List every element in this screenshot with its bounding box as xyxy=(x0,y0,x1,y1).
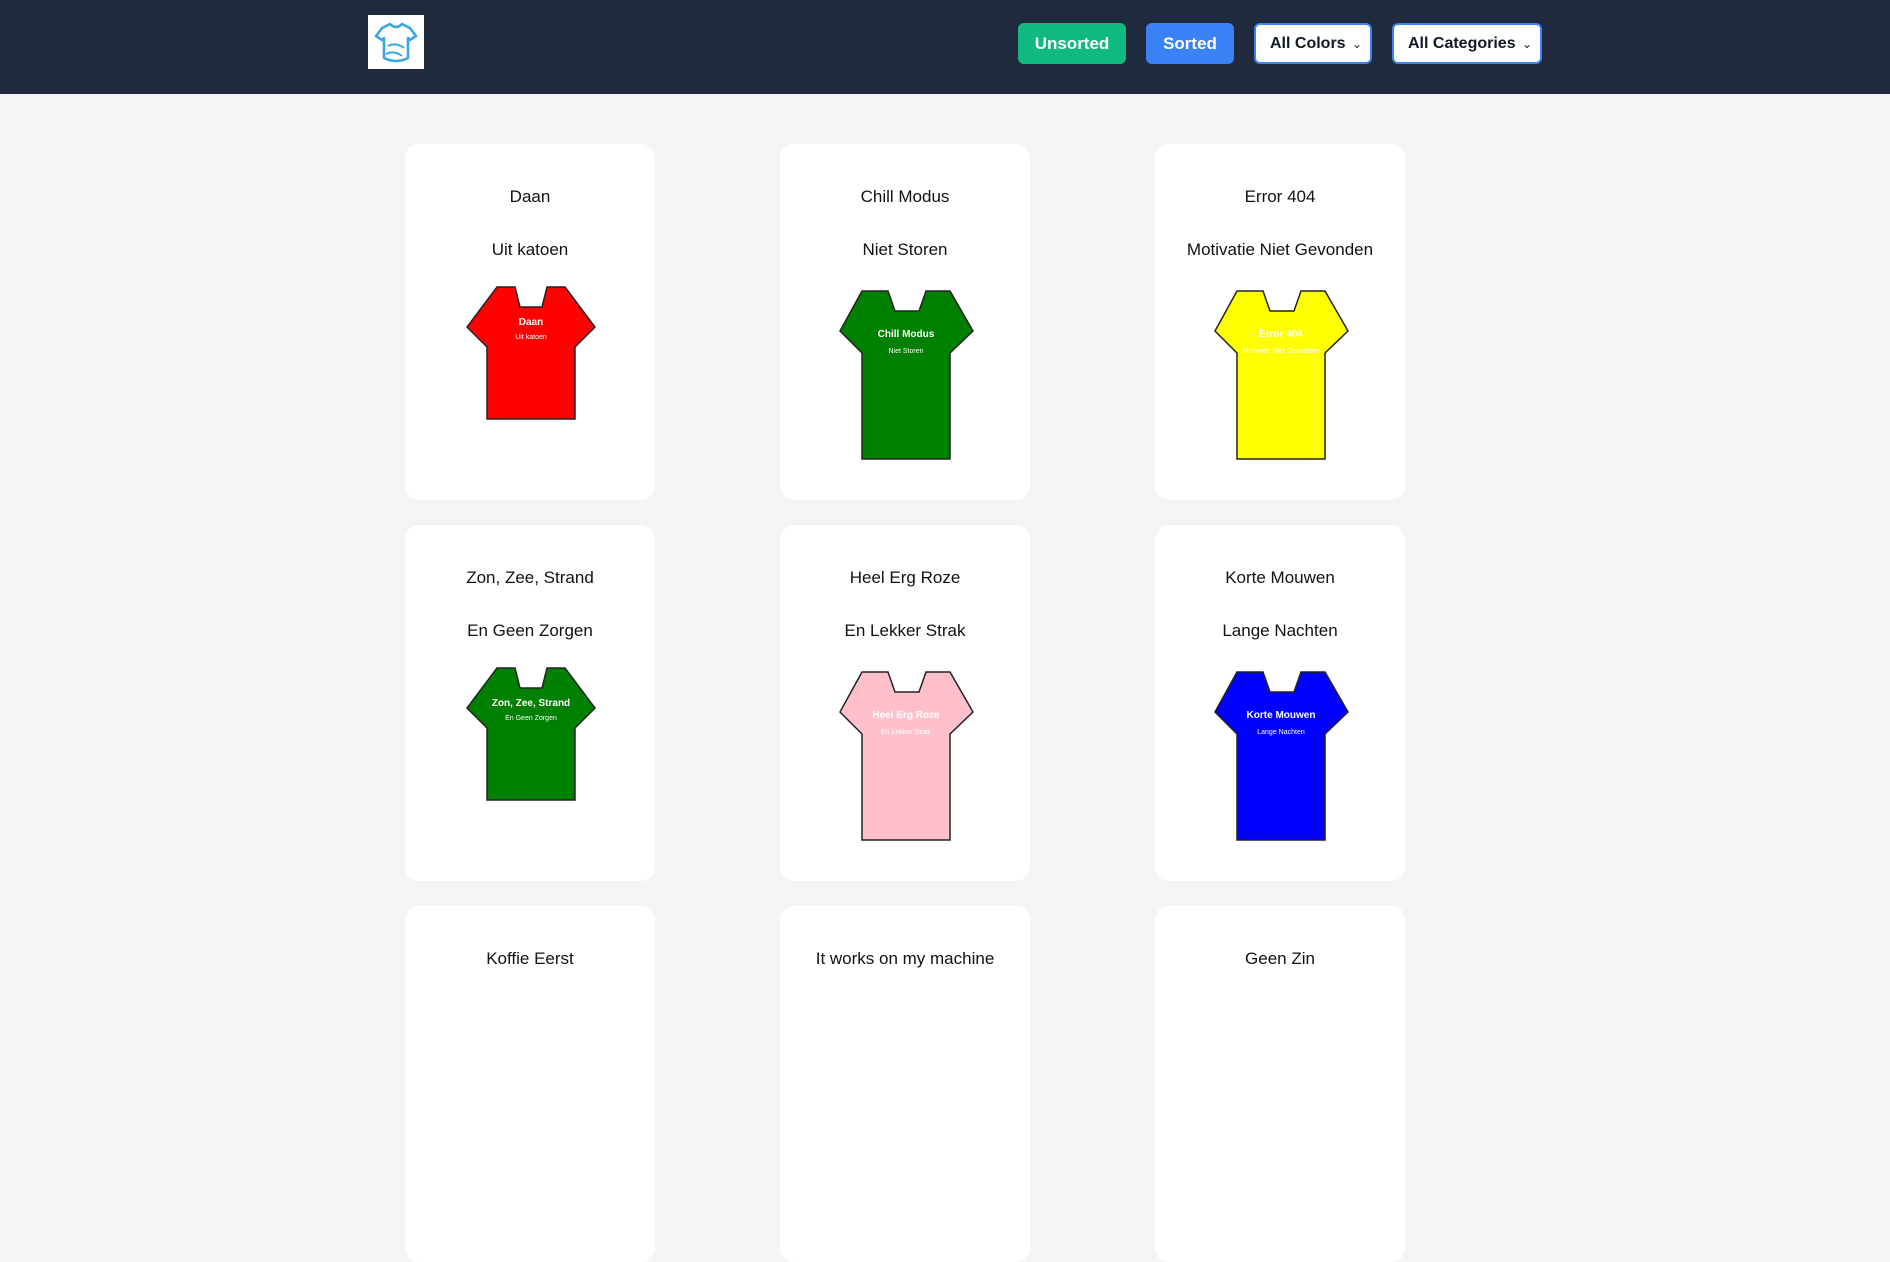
shirt-title: Daan xyxy=(509,187,551,206)
shirt-print-line1: Zon, Zee, Strand xyxy=(492,698,570,709)
shirt-card[interactable]: It works on my machine xyxy=(780,906,1030,1262)
shirt-print-line2: Lange Nachten xyxy=(1257,729,1305,736)
sorted-button[interactable]: Sorted xyxy=(1146,23,1234,64)
tshirt-shape xyxy=(466,667,596,801)
shirt-subtitle: En Geen Zorgen xyxy=(467,621,593,640)
shirt-title: Heel Erg Roze xyxy=(849,568,961,587)
tshirt-shape xyxy=(1213,290,1349,460)
shirt-print-line1: Chill Modus xyxy=(877,329,934,340)
logo[interactable] xyxy=(368,15,424,69)
category-filter-value: All Categories xyxy=(1408,34,1516,52)
shirt-print-line1: Daan xyxy=(519,317,543,328)
shirt-title: Korte Mouwen xyxy=(1225,568,1335,587)
category-filter-select[interactable]: All Categories ⌄ xyxy=(1392,23,1542,64)
shirt-subtitle: Motivatie Niet Gevonden xyxy=(1186,240,1374,259)
unsorted-button[interactable]: Unsorted xyxy=(1018,23,1126,64)
shirt-title: Koffie Eerst xyxy=(486,949,574,968)
shirt-subtitle: Niet Storen xyxy=(862,240,948,259)
shirt-card[interactable]: Heel Erg Roze En Lekker Strak Heel Erg Roz… xyxy=(780,525,1030,881)
shirt-title: Geen Zin xyxy=(1245,949,1315,968)
shirt-print-line1: Heel Erg Roze xyxy=(872,710,940,721)
shirt-card[interactable]: Zon, Zee, Strand En Geen Zorgen Zon, Zee, … xyxy=(405,525,655,881)
shirt-subtitle: Uit katoen xyxy=(491,240,569,259)
shirt-print-line2: En Lekker Strak xyxy=(881,729,931,736)
shirt-title: Chill Modus xyxy=(860,187,950,206)
shirt-print-line2: Motivatie Niet Gevonden xyxy=(1242,348,1319,355)
shirt-subtitle: En Lekker Strak xyxy=(844,621,966,640)
tshirt-shape xyxy=(838,671,974,841)
shirt-title: Error 404 xyxy=(1244,187,1316,206)
tshirt-preview: Korte Mouwen Lange Nachten xyxy=(1213,671,1349,841)
tshirt-preview: Heel Erg Roze En Lekker Strak xyxy=(838,671,974,841)
shirt-card[interactable]: Korte Mouwen Lange Nachten Korte Mouwen Lan… xyxy=(1155,525,1405,881)
chevron-down-icon: ⌄ xyxy=(1521,37,1532,51)
top-navbar: Unsorted Sorted All Colors ⌄ All Categor… xyxy=(0,0,1890,94)
tshirt-logo-icon xyxy=(374,22,418,63)
tshirt-shape xyxy=(466,286,596,420)
shirt-title: It works on my machine xyxy=(815,949,995,968)
tshirt-preview: Daan Uit katoen xyxy=(466,286,596,420)
shirt-print-line2: En Geen Zorgen xyxy=(505,715,557,722)
tshirt-shape xyxy=(1213,671,1349,841)
color-filter-select[interactable]: All Colors ⌄ xyxy=(1254,23,1372,64)
shirt-card[interactable]: Geen Zin xyxy=(1155,906,1405,1262)
shirt-print-line1: Korte Mouwen xyxy=(1246,710,1315,721)
chevron-down-icon: ⌄ xyxy=(1351,37,1362,51)
tshirt-shape xyxy=(838,290,974,460)
shirt-print-line1: Error 404 xyxy=(1259,329,1303,340)
shirt-card[interactable]: Daan Uit katoen Daan Uit katoen xyxy=(405,144,655,500)
color-filter-value: All Colors xyxy=(1270,34,1346,52)
tshirt-preview: Zon, Zee, Strand En Geen Zorgen xyxy=(466,667,596,801)
shirt-print-line2: Niet Storen xyxy=(888,348,923,355)
shirt-card[interactable]: Chill Modus Niet Storen Chill Modus Niet St… xyxy=(780,144,1030,500)
shirt-subtitle: Lange Nachten xyxy=(1222,621,1338,640)
shirt-card[interactable]: Koffie Eerst xyxy=(405,906,655,1262)
shirt-title: Zon, Zee, Strand xyxy=(466,568,594,587)
shirt-print-line2: Uit katoen xyxy=(515,334,547,341)
tshirt-preview: Chill Modus Niet Storen xyxy=(838,290,974,460)
tshirt-preview: Error 404 Motivatie Niet Gevonden xyxy=(1213,290,1349,460)
shirt-card[interactable]: Error 404 Motivatie Niet Gevonden Error 40… xyxy=(1155,144,1405,500)
